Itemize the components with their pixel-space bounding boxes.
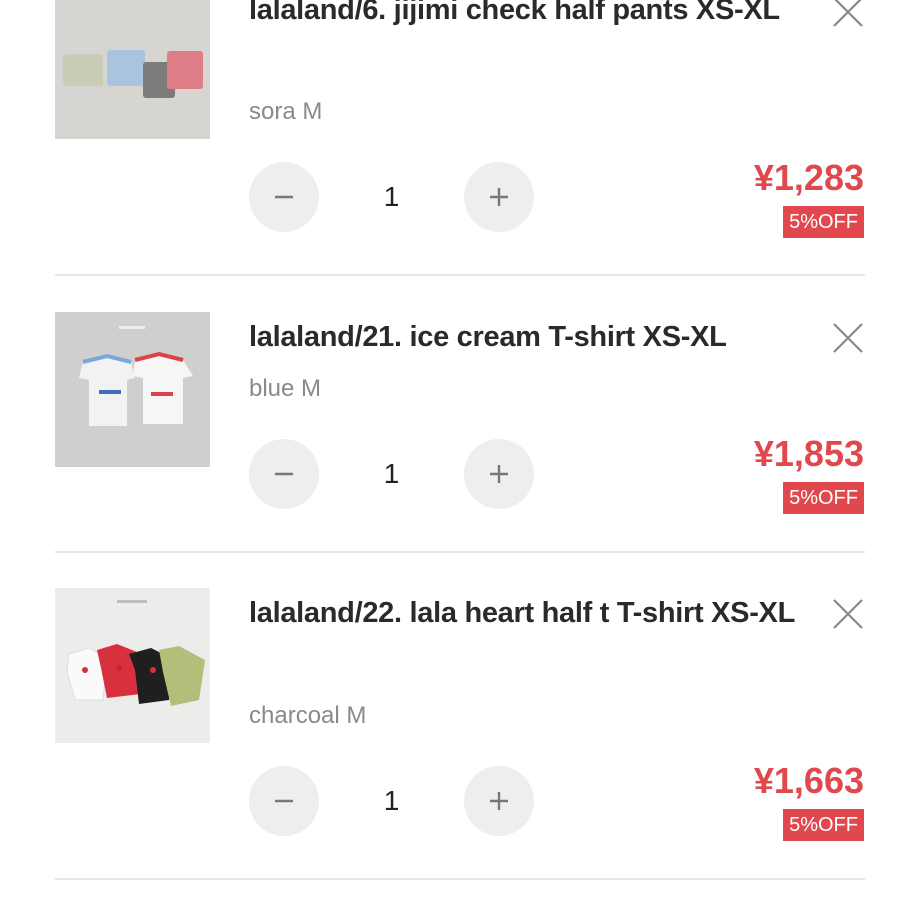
product-thumbnail[interactable] bbox=[55, 0, 210, 139]
remove-item-button[interactable] bbox=[831, 597, 865, 631]
product-title[interactable]: lalaland/21. ice cream T-shirt XS-XL bbox=[249, 312, 809, 362]
product-variant: blue M bbox=[249, 375, 322, 402]
product-title[interactable]: lalaland/6. jijimi check half pants XS-X… bbox=[249, 0, 809, 35]
quantity-stepper: 1 bbox=[249, 162, 534, 232]
item-price: ¥1,853 bbox=[753, 433, 864, 474]
minus-icon bbox=[275, 472, 293, 476]
quantity-stepper: 1 bbox=[249, 439, 534, 509]
decrease-quantity-button[interactable] bbox=[249, 766, 319, 836]
discount-badge: 5%OFF bbox=[783, 809, 864, 841]
product-variant: sora M bbox=[249, 98, 323, 125]
close-icon bbox=[833, 599, 863, 629]
increase-quantity-button[interactable] bbox=[464, 766, 534, 836]
close-icon bbox=[833, 323, 863, 353]
minus-icon bbox=[275, 195, 293, 199]
plus-icon bbox=[490, 188, 508, 206]
remove-item-button[interactable] bbox=[831, 0, 865, 29]
increase-quantity-button[interactable] bbox=[464, 162, 534, 232]
minus-icon bbox=[275, 799, 293, 803]
product-thumbnail[interactable] bbox=[55, 312, 210, 467]
plus-icon bbox=[490, 465, 508, 483]
product-thumbnail[interactable] bbox=[55, 588, 210, 743]
quantity-value: 1 bbox=[383, 785, 400, 816]
item-divider bbox=[55, 274, 865, 276]
item-price: ¥1,283 bbox=[753, 157, 864, 198]
discount-badge: 5%OFF bbox=[783, 482, 864, 514]
close-icon bbox=[833, 0, 863, 27]
item-divider bbox=[55, 551, 865, 553]
quantity-value: 1 bbox=[383, 458, 400, 489]
quantity-stepper: 1 bbox=[249, 766, 534, 836]
discount-badge: 5%OFF bbox=[783, 206, 864, 238]
plus-icon bbox=[490, 792, 508, 810]
item-price: ¥1,663 bbox=[753, 760, 864, 801]
product-variant: charcoal M bbox=[249, 702, 367, 729]
product-title[interactable]: lalaland/22. lala heart half t T-shirt X… bbox=[249, 588, 809, 638]
decrease-quantity-button[interactable] bbox=[249, 439, 319, 509]
increase-quantity-button[interactable] bbox=[464, 439, 534, 509]
quantity-value: 1 bbox=[383, 181, 400, 212]
item-divider bbox=[55, 878, 865, 880]
remove-item-button[interactable] bbox=[831, 321, 865, 355]
decrease-quantity-button[interactable] bbox=[249, 162, 319, 232]
